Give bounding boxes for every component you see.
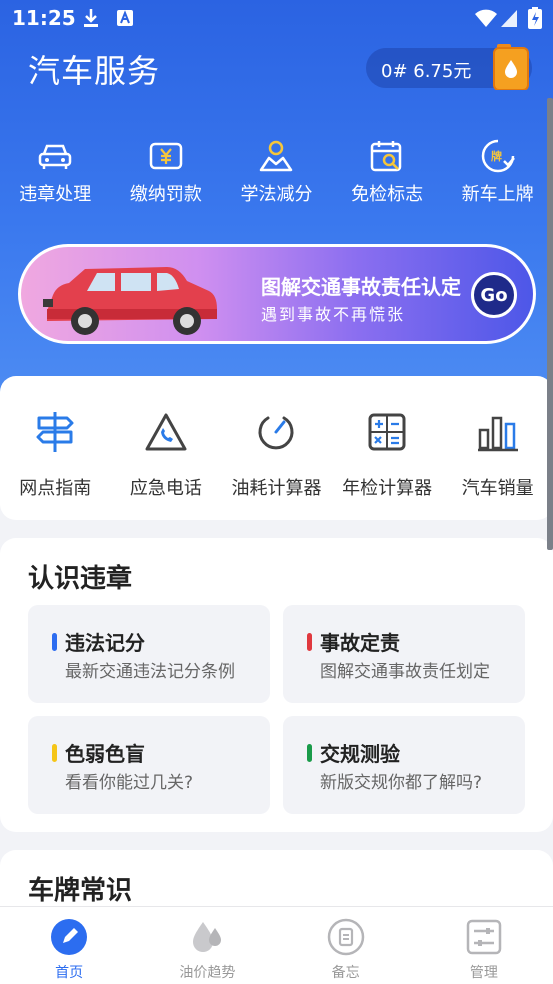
quick-services: 违章处理 缴纳罚款 学法减分 免检标志 牌 新车上牌 <box>0 138 553 210</box>
settings-sliders-icon <box>464 917 504 957</box>
service-label: 违章处理 <box>19 184 92 205</box>
tool-label: 油耗计算器 <box>231 478 322 499</box>
tool-inspection-calculator[interactable]: 年检计算器 <box>332 376 443 520</box>
tile-title: 色弱色盲 <box>65 742 145 766</box>
tool-outlet-guide[interactable]: 网点指南 <box>0 376 111 520</box>
section-title: 车牌常识 <box>28 876 133 906</box>
tile-accident-liability[interactable]: 事故定责 图解交通事故责任划定 <box>283 605 525 703</box>
tile-accent-bar <box>307 633 312 651</box>
home-pen-icon <box>49 917 89 957</box>
status-time: 11:25 <box>12 6 76 30</box>
tile-subtitle: 看看你能过几关? <box>65 773 194 793</box>
tool-car-sales[interactable]: 汽车销量 <box>442 376 553 520</box>
tool-label: 应急电话 <box>129 478 202 499</box>
person-study-icon <box>256 138 296 174</box>
status-bar: 11:25 <box>0 0 553 36</box>
service-label: 免检标志 <box>351 184 424 205</box>
tab-label: 备忘 <box>331 965 360 981</box>
tile-subtitle: 图解交通事故责任划定 <box>320 662 490 682</box>
yuan-card-icon <box>146 138 186 174</box>
tab-home[interactable]: 首页 <box>0 907 138 984</box>
tile-subtitle: 新版交规你都了解吗? <box>320 773 483 793</box>
oil-can-icon[interactable] <box>493 42 529 90</box>
memo-icon <box>326 917 366 957</box>
tile-title: 事故定责 <box>320 631 400 655</box>
red-car-illustration <box>43 267 217 335</box>
tab-memo[interactable]: 备忘 <box>277 907 415 984</box>
calculator-icon <box>365 410 409 454</box>
violations-card: 认识违章 违法记分 最新交通违法记分条例 事故定责 图解交通事故责任划定 色弱色… <box>0 538 553 832</box>
tab-label: 首页 <box>55 965 84 981</box>
tools-card: 网点指南 应急电话 油耗计算器 年检计算器 汽车销量 <box>0 376 553 520</box>
oil-drop-icon <box>187 917 227 957</box>
service-label: 学法减分 <box>240 184 313 205</box>
accident-guide-banner[interactable]: 图解交通事故责任认定 遇到事故不再慌张 Go <box>18 244 536 344</box>
tab-label: 油价趋势 <box>179 965 236 981</box>
bar-chart-icon <box>476 410 520 454</box>
banner-title: 图解交通事故责任认定 <box>261 275 461 299</box>
font-a-icon <box>116 8 134 28</box>
service-exemption-sticker[interactable]: 免检标志 <box>332 138 443 210</box>
signal-icon <box>500 8 518 28</box>
tab-manage[interactable]: 管理 <box>415 907 553 984</box>
tile-subtitle: 最新交通违法记分条例 <box>65 662 235 682</box>
tile-title: 交规测验 <box>320 742 400 766</box>
service-new-car-plate[interactable]: 牌 新车上牌 <box>442 138 553 210</box>
page-title: 汽车服务 <box>28 52 161 90</box>
tile-color-blindness[interactable]: 色弱色盲 看看你能过几关? <box>28 716 270 814</box>
gauge-icon <box>254 410 298 454</box>
wifi-icon <box>474 8 498 28</box>
tile-violation-points[interactable]: 违法记分 最新交通违法记分条例 <box>28 605 270 703</box>
service-pay-fines[interactable]: 缴纳罚款 <box>111 138 222 210</box>
service-label: 缴纳罚款 <box>129 184 202 205</box>
car-front-icon <box>35 138 75 174</box>
tile-title: 违法记分 <box>65 631 145 655</box>
tile-accent-bar <box>52 744 57 762</box>
tool-fuel-calculator[interactable]: 油耗计算器 <box>221 376 332 520</box>
service-label: 新车上牌 <box>461 184 534 205</box>
tool-emergency-call[interactable]: 应急电话 <box>111 376 222 520</box>
service-violation-handling[interactable]: 违章处理 <box>0 138 111 210</box>
svg-text:牌: 牌 <box>491 149 502 163</box>
plate-badge-icon: 牌 <box>478 138 518 174</box>
oil-price-text: 0# 6.75元 <box>381 61 472 82</box>
download-icon <box>82 8 100 28</box>
go-button[interactable]: Go <box>471 272 517 318</box>
calendar-search-icon <box>367 138 407 174</box>
section-title: 认识违章 <box>28 564 133 594</box>
service-study-reduce-points[interactable]: 学法减分 <box>221 138 332 210</box>
tile-accent-bar <box>52 633 57 651</box>
tab-oil-trend[interactable]: 油价趋势 <box>138 907 276 984</box>
tile-traffic-quiz[interactable]: 交规测验 新版交规你都了解吗? <box>283 716 525 814</box>
tile-accent-bar <box>307 744 312 762</box>
tab-label: 管理 <box>469 965 498 981</box>
tool-label: 汽车销量 <box>461 478 534 499</box>
phone-triangle-icon <box>144 410 188 454</box>
battery-icon <box>528 7 542 29</box>
scrollbar[interactable] <box>547 98 553 550</box>
banner-subtitle: 遇到事故不再慌张 <box>261 305 406 324</box>
signpost-icon <box>33 410 77 454</box>
bottom-tab-bar: 首页 油价趋势 备忘 管理 <box>0 906 553 984</box>
tool-label: 网点指南 <box>19 478 92 499</box>
tool-label: 年检计算器 <box>342 478 433 499</box>
